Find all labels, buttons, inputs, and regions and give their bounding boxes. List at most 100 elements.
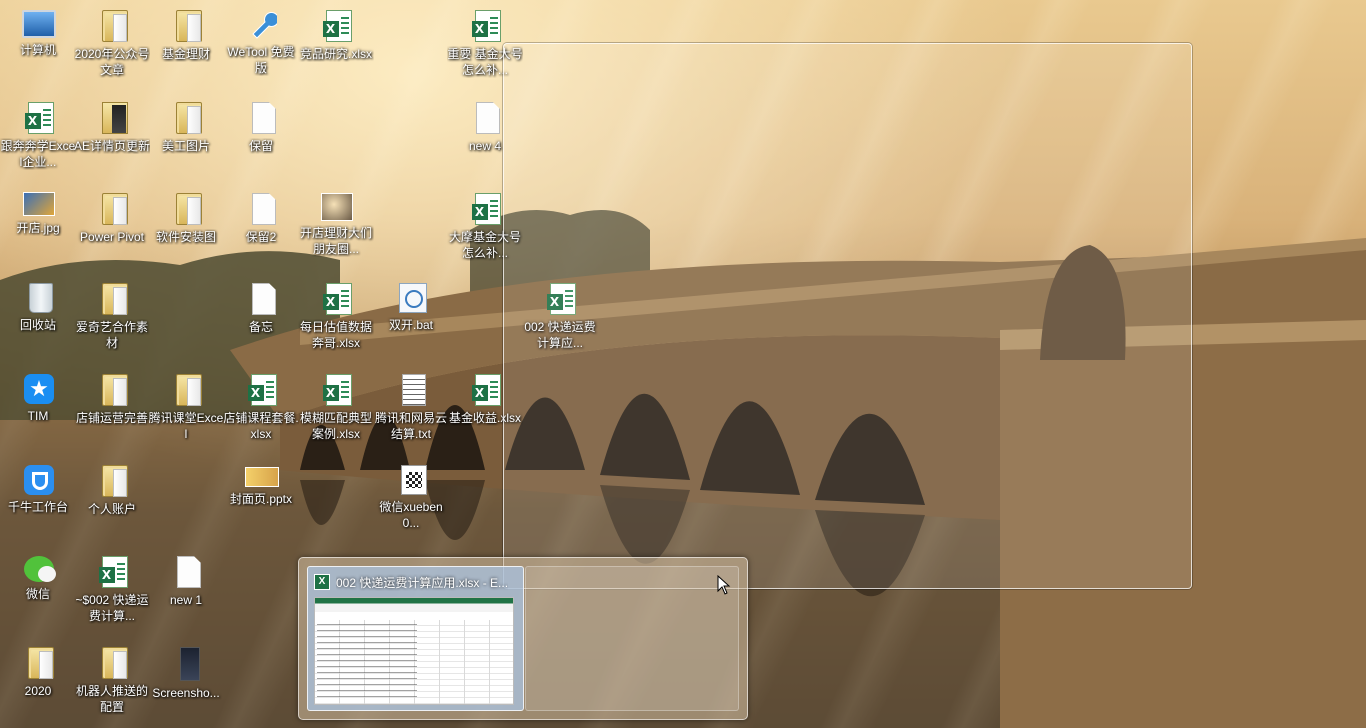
desktop-icon-folder[interactable]: AE详情页更新 (74, 96, 150, 180)
desktop-icon-xlsx[interactable]: 模糊匹配典型案例.xlsx (298, 368, 374, 452)
excel-data-preview (317, 624, 417, 700)
desktop-icon-wetool[interactable]: WeTool 免费版 (223, 4, 299, 88)
blank-file-icon (252, 102, 276, 134)
desktop-icon-wechat[interactable]: 微信 (0, 550, 76, 634)
desktop-icon-folder[interactable]: 2020年公众号文章 (74, 4, 150, 88)
desktop-icon-label: 封面页.pptx (229, 492, 293, 506)
desktop-icon-label: 千牛工作台 (7, 500, 68, 514)
desktop-icon-xlsx[interactable]: 跟奔奔学Excel企业... (0, 96, 76, 180)
desktop-icon-folder[interactable]: 2020 (0, 641, 76, 725)
desktop-icon-label: 开店.jpg (16, 221, 60, 235)
excel-file-icon (322, 10, 352, 42)
folder-icon (101, 193, 128, 225)
thumbnail-window-preview (314, 597, 514, 705)
excel-file-icon (471, 193, 501, 225)
desktop-icon-label: 保留2 (245, 230, 277, 244)
desktop-icon-qianniu[interactable]: 千牛工作台 (0, 459, 76, 543)
tim-app-icon: ★ (24, 374, 54, 404)
desktop-icon-bat[interactable]: 双开.bat (373, 277, 449, 361)
desktop-icon-label: 保留 (248, 139, 273, 153)
folder-icon (101, 102, 128, 134)
wrench-icon (247, 10, 279, 40)
desktop-icon-label: Screensho... (152, 686, 220, 700)
desktop-icon-label: 2020 (24, 684, 52, 698)
desktop-icon-folder[interactable]: Power Pivot (74, 187, 150, 271)
desktop-icon-pptx[interactable]: 封面页.pptx (223, 459, 299, 543)
desktop-icon-label: 跟奔奔学Excel企业... (0, 139, 76, 169)
desktop-icon-label: 2020年公众号文章 (74, 47, 150, 77)
excel-file-icon (322, 374, 352, 406)
desktop-icon-folder[interactable]: 个人账户 (74, 459, 150, 543)
desktop-icon-xlsx[interactable]: 店铺课程套餐.xlsx (223, 368, 299, 452)
blank-file-icon (252, 283, 276, 315)
qianniu-app-icon (24, 465, 54, 495)
desktop-icon-label: 软件安装图 (155, 230, 216, 244)
recycle-bin-icon (29, 283, 53, 313)
desktop-icon-file[interactable]: 保留 (223, 96, 299, 180)
folder-icon (175, 102, 202, 134)
desktop-icon-label: 腾讯和网易云结算.txt (374, 411, 447, 441)
image-file-icon (23, 192, 55, 216)
desktop-icon-recycle-bin[interactable]: 回收站 (0, 277, 76, 361)
desktop-icon-label: 回收站 (19, 318, 56, 332)
desktop-icon-folder[interactable]: 软件安装图 (148, 187, 224, 271)
folder-icon (175, 193, 202, 225)
desktop-icon-xlsx[interactable]: ~$002 快递运费计算... (74, 550, 150, 634)
thumbnail-empty-slot (525, 566, 739, 711)
desktop-icon-label: WeTool 免费版 (227, 45, 295, 75)
desktop-icon-label: ~$002 快递运费计算... (75, 593, 149, 623)
desktop-icon-label: 微信 (25, 587, 50, 601)
desktop-icon-file[interactable]: 保留2 (223, 187, 299, 271)
desktop-icon-label: 机器人推送的配置 (75, 684, 148, 714)
desktop-icon-label: 基金理财 (161, 47, 210, 61)
desktop-icon-image[interactable]: 开店.jpg (0, 187, 76, 271)
desktop-icon-xlsx[interactable]: 竞品研究.xlsx (298, 4, 374, 88)
desktop-icon-label: 店铺课程套餐.xlsx (223, 411, 299, 441)
desktop-icon-file[interactable]: Screensho... (148, 641, 224, 725)
desktop-icon-folder[interactable]: 机器人推送的配置 (74, 641, 150, 725)
blank-file-icon (476, 102, 500, 134)
desktop-icon-label: 备忘 (248, 320, 273, 334)
screenshot-file-icon (180, 647, 200, 681)
desktop-icon-label: 每日估值数据奔哥.xlsx (299, 320, 372, 350)
wechat-app-icon (24, 556, 56, 582)
desktop-icon-label: Power Pivot (79, 230, 145, 244)
taskbar-thumbnail-popup: X 002 快递运费计算应用.xlsx - E... (298, 557, 748, 720)
folder-icon (27, 647, 54, 679)
desktop-icon-folder[interactable]: 腾讯课堂Excel (148, 368, 224, 452)
desktop-icon-label: 竞品研究.xlsx (299, 47, 372, 61)
desktop-icon-folder[interactable]: 店铺运营完善 (74, 368, 150, 452)
image-file-icon (321, 193, 353, 221)
excel-file-icon (322, 283, 352, 315)
excel-file-icon (471, 10, 501, 42)
desktop-icon-tim[interactable]: ★ TIM (0, 368, 76, 452)
folder-icon (101, 374, 128, 406)
desktop-icon-folder[interactable]: 基金理财 (148, 4, 224, 88)
desktop-icon-xlsx[interactable]: 每日估值数据奔哥.xlsx (298, 277, 374, 361)
desktop-icon-image[interactable]: 微信xueben0... (373, 459, 449, 543)
desktop-icon-label: 爱奇艺合作素材 (75, 320, 148, 350)
thumbnail-excel-window[interactable]: X 002 快递运费计算应用.xlsx - E... (307, 566, 524, 711)
desktop-icon-label: 计算机 (19, 43, 56, 57)
excel-file-icon (24, 102, 54, 134)
desktop-icon-label: 开店理财大们朋友圈... (299, 226, 372, 256)
text-file-icon (402, 374, 426, 406)
excel-file-icon (98, 556, 128, 588)
excel-file-icon (247, 374, 277, 406)
desktop-icon-computer[interactable]: 计算机 (0, 4, 76, 88)
desktop-icon-label: 个人账户 (87, 502, 136, 516)
desktop-icon-label: 模糊匹配典型案例.xlsx (299, 411, 372, 441)
desktop-icon-folder[interactable]: 爱奇艺合作素材 (74, 277, 150, 361)
desktop-icon-label: 店铺运营完善 (75, 411, 148, 425)
desktop-icon-image[interactable]: 开店理财大们朋友圈... (298, 187, 374, 271)
excel-ribbon-preview (315, 598, 513, 612)
thumbnail-title-row: X 002 快递运费计算应用.xlsx - E... (314, 573, 518, 591)
powerpoint-file-icon (244, 467, 279, 487)
desktop-icon-folder[interactable]: 美工图片 (148, 96, 224, 180)
desktop-icon-file[interactable]: 备忘 (223, 277, 299, 361)
desktop-icon-file[interactable]: new 1 (148, 550, 224, 634)
desktop-icon-label: new 1 (169, 593, 203, 607)
folder-icon (101, 10, 128, 42)
desktop[interactable]: 计算机 2020年公众号文章 基金理财 WeTool 免费版 竞品研究.xlsx… (0, 0, 1366, 728)
desktop-icon-txt[interactable]: 腾讯和网易云结算.txt (373, 368, 449, 452)
